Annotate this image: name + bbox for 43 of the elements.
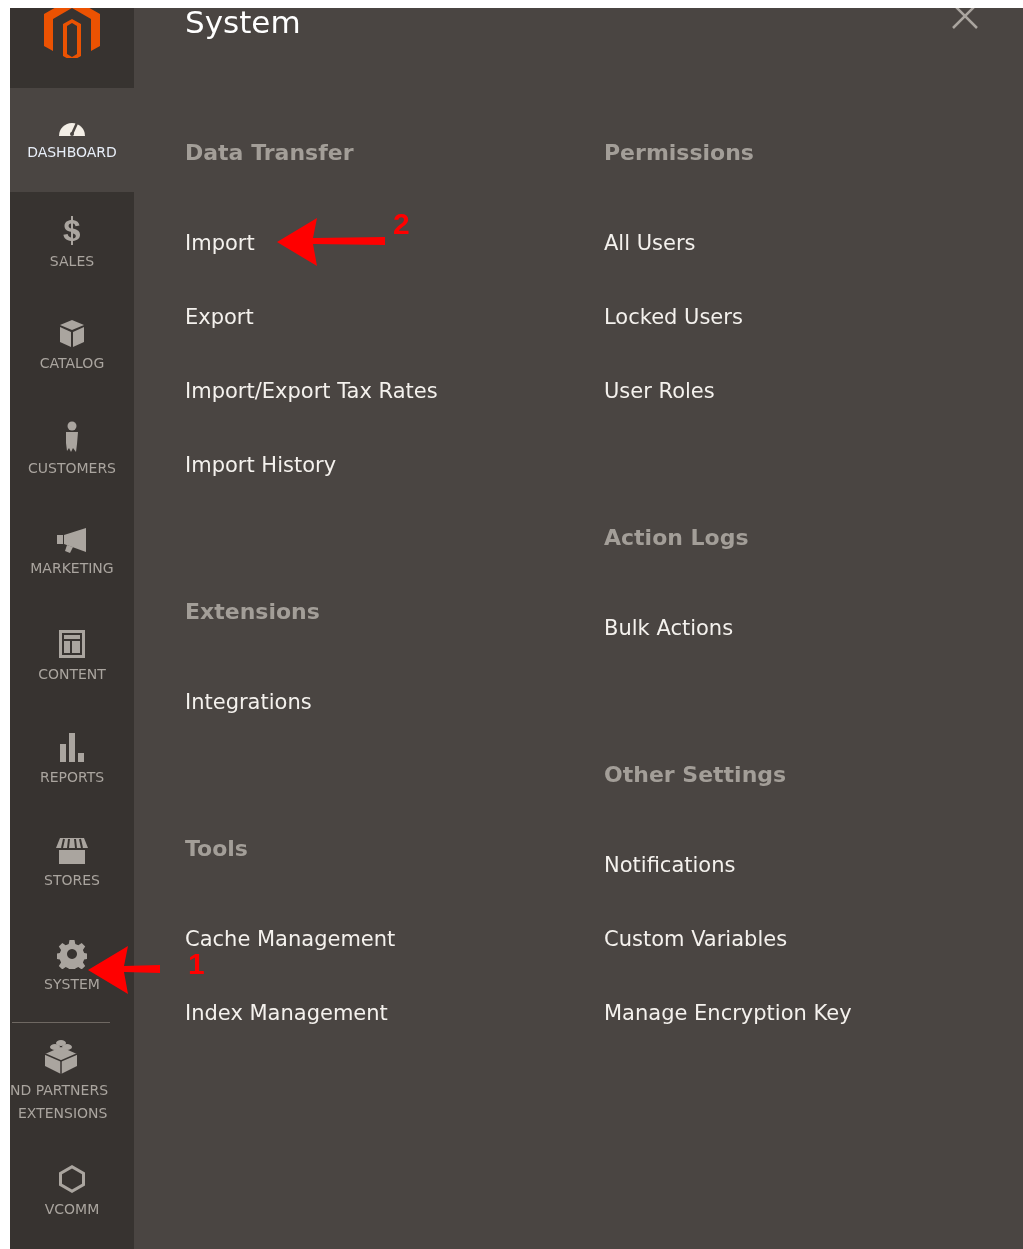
sidebar-item[interactable]: SYSTEM: [10, 916, 134, 1020]
layout-icon: [58, 628, 86, 659]
menu-link[interactable]: Locked Users: [604, 304, 743, 330]
section-heading: Permissions: [604, 139, 754, 167]
menu-link[interactable]: Manage Encryption Key: [604, 1000, 852, 1026]
building-block-icon: [43, 1038, 79, 1075]
section-heading: Extensions: [185, 598, 320, 626]
menu-link[interactable]: User Roles: [604, 378, 715, 404]
menu-link[interactable]: Import: [185, 230, 255, 256]
annotation-number: 2: [393, 208, 410, 240]
dollar-icon: [61, 213, 83, 246]
bar-chart-icon: [59, 732, 85, 763]
menu-link[interactable]: Import/Export Tax Rates: [185, 378, 438, 404]
sidebar-item[interactable]: MARKETING: [10, 502, 134, 606]
box-icon: [58, 318, 86, 349]
panel-title: System: [185, 8, 301, 42]
section-heading: Data Transfer: [185, 139, 354, 167]
close-icon[interactable]: [951, 8, 979, 30]
sidebar-item[interactable]: CUSTOMERS: [10, 398, 134, 502]
sidebar-item[interactable]: SALES: [10, 191, 134, 295]
menu-link[interactable]: Custom Variables: [604, 926, 788, 952]
megaphone-icon: [56, 527, 88, 554]
sidebar-item[interactable]: CATALOG: [10, 295, 134, 399]
sidebar-item[interactable]: STORES: [10, 812, 134, 916]
sidebar-item[interactable]: VCOMM: [10, 1140, 134, 1244]
menu-link[interactable]: Export: [185, 304, 254, 330]
menu-link[interactable]: Integrations: [185, 689, 312, 715]
menu-link[interactable]: Index Management: [185, 1000, 388, 1026]
sidebar-item[interactable]: ND PARTNERS EXTENSIONS: [0, 1022, 134, 1141]
sidebar-item[interactable]: REPORTS: [10, 709, 134, 813]
menu-link[interactable]: Bulk Actions: [604, 615, 734, 641]
sidebar-item[interactable]: DASHBOARD: [10, 88, 134, 192]
storefront-icon: [56, 836, 88, 865]
settings-icon: [57, 939, 87, 970]
hexagon-icon: [58, 1163, 86, 1194]
sidebar-item[interactable]: CONTENT: [10, 605, 134, 709]
menu-link[interactable]: Import History: [185, 452, 337, 478]
menu-link[interactable]: Notifications: [604, 852, 736, 878]
section-heading: Other Settings: [604, 761, 787, 789]
section-heading: Action Logs: [604, 524, 749, 552]
menu-link[interactable]: All Users: [604, 230, 696, 256]
person-icon: [63, 420, 81, 453]
section-heading: Tools: [185, 835, 248, 863]
